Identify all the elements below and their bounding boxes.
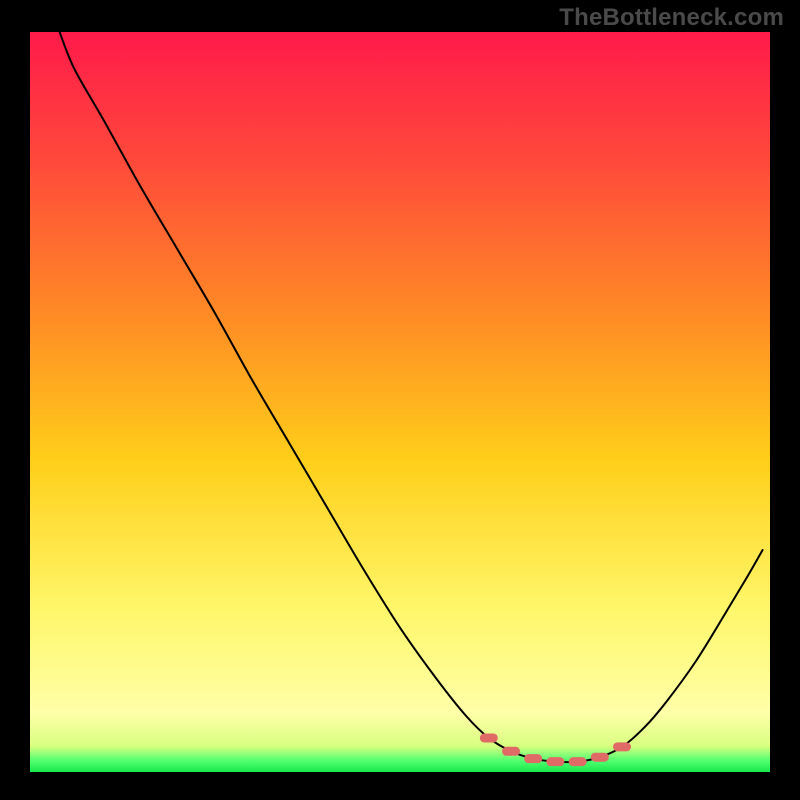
optimal-marker bbox=[613, 742, 631, 751]
optimal-marker bbox=[546, 757, 564, 766]
optimal-marker bbox=[480, 733, 498, 742]
chart-frame: TheBottleneck.com bbox=[0, 0, 800, 800]
optimal-marker bbox=[502, 747, 520, 756]
watermark-text: TheBottleneck.com bbox=[559, 4, 784, 32]
optimal-marker bbox=[524, 754, 542, 763]
plot-area bbox=[30, 32, 770, 772]
optimal-marker bbox=[569, 757, 587, 766]
bottleneck-curve-chart bbox=[30, 32, 770, 772]
gradient-background bbox=[30, 32, 770, 772]
optimal-marker bbox=[591, 753, 609, 762]
